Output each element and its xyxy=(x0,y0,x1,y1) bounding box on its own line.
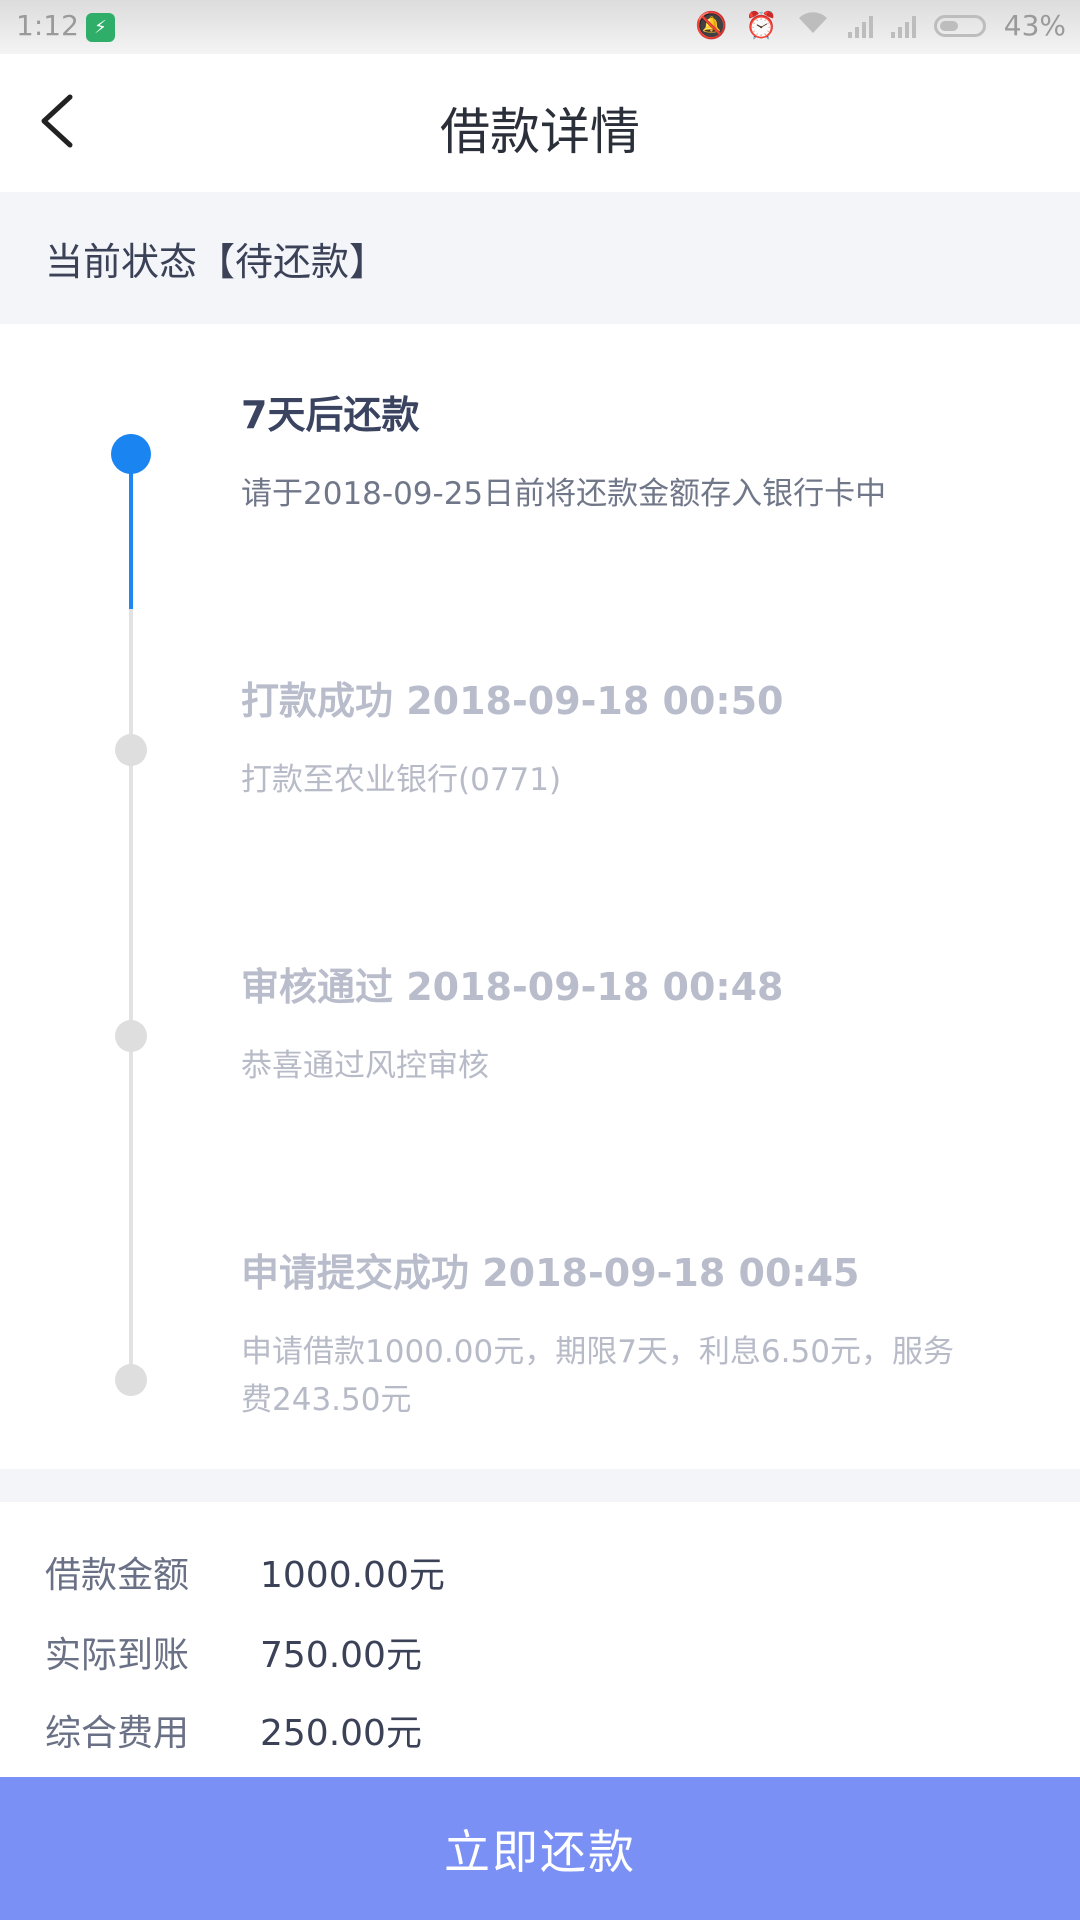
summary-row-fees: 综合费用 250.00元 xyxy=(45,1704,422,1756)
summary-value: 1000.00元 xyxy=(260,1555,445,1596)
wifi-icon xyxy=(796,9,830,42)
summary-row-loan-amount: 借款金额 1000.00元 xyxy=(45,1546,445,1598)
header: 借款详情 xyxy=(0,54,1080,192)
battery-percent: 43% xyxy=(1003,9,1066,42)
timeline-step-title: 7天后还款 xyxy=(241,393,420,437)
timeline-dot-active xyxy=(111,434,151,474)
section-divider xyxy=(0,1469,1080,1502)
timeline-step-title: 申请提交成功 2018-09-18 00:45 xyxy=(241,1251,860,1295)
signal-icon xyxy=(847,14,873,38)
status-banner: 当前状态【待还款】 xyxy=(0,192,1080,324)
mute-icon: 🔕 xyxy=(695,10,728,41)
summary-label: 借款金额 xyxy=(45,1555,190,1596)
timeline-dot xyxy=(115,734,147,766)
timeline: 7天后还款 请于2018-09-25日前将还款金额存入银行卡中 打款成功 201… xyxy=(0,324,1080,1469)
status-bar: 1:12 ⚡ 🔕 ⏰ 43% xyxy=(0,0,1080,54)
timeline-step-desc: 申请借款1000.00元，期限7天，利息6.50元，服务费243.50元 xyxy=(241,1334,954,1418)
timeline-step-desc: 请于2018-09-25日前将还款金额存入银行卡中 xyxy=(241,476,887,512)
timeline-dot xyxy=(115,1364,147,1396)
loan-summary: 借款金额 1000.00元 实际到账 750.00元 综合费用 250.00元 xyxy=(0,1502,1080,1777)
summary-value: 250.00元 xyxy=(260,1713,422,1754)
status-icons: 🔕 ⏰ 43% xyxy=(695,9,1066,42)
status-time: 1:12 xyxy=(16,9,79,42)
timeline-step-title: 审核通过 2018-09-18 00:48 xyxy=(241,965,784,1009)
signal-hd-icon xyxy=(890,14,916,38)
shield-icon: ⚡ xyxy=(86,13,115,42)
summary-label: 综合费用 xyxy=(45,1713,190,1754)
timeline-step-title: 打款成功 2018-09-18 00:50 xyxy=(241,679,784,723)
summary-value: 750.00元 xyxy=(260,1635,422,1676)
repay-now-button[interactable]: 立即还款 xyxy=(0,1777,1080,1920)
current-status-text: 当前状态【待还款】 xyxy=(45,239,388,284)
battery-icon xyxy=(933,14,986,37)
summary-label: 实际到账 xyxy=(45,1635,190,1676)
alarm-icon: ⏰ xyxy=(745,10,778,41)
timeline-step-desc: 打款至农业银行(0771) xyxy=(241,762,562,798)
timeline-line-active xyxy=(129,454,133,609)
timeline-dot xyxy=(115,1020,147,1052)
page-title: 借款详情 xyxy=(440,103,640,161)
timeline-step-desc: 恭喜通过风控审核 xyxy=(241,1048,489,1084)
summary-row-received: 实际到账 750.00元 xyxy=(45,1626,422,1678)
